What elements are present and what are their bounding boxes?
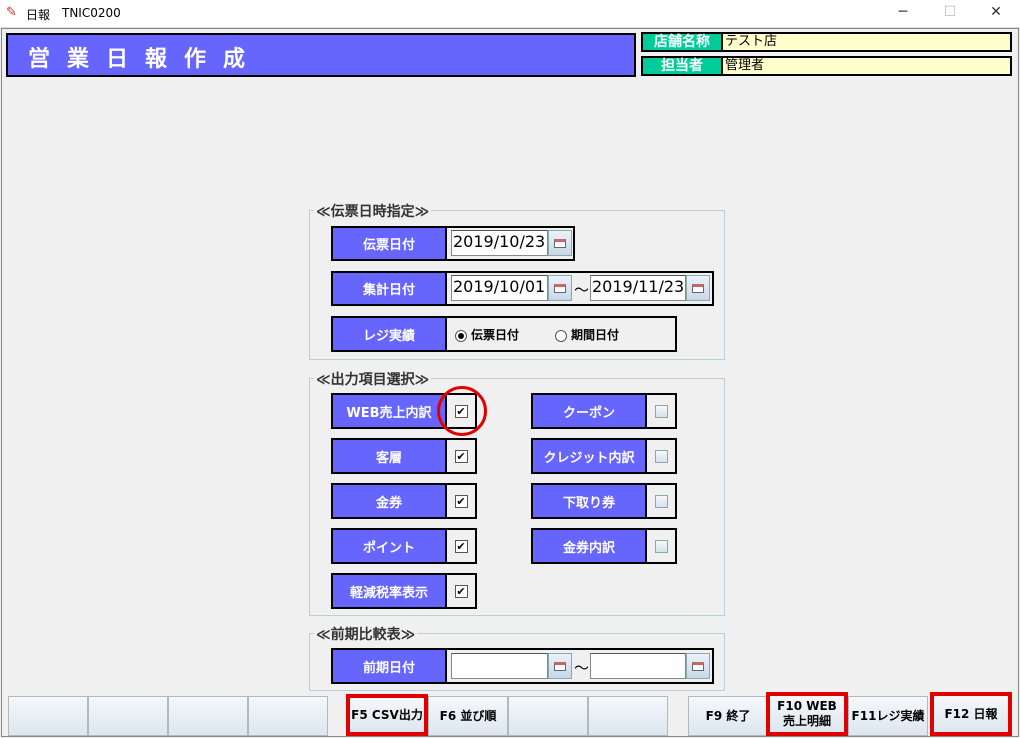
range-tilde: ～ — [574, 281, 590, 299]
radio-period-date[interactable]: 期間日付 — [555, 326, 619, 343]
agg-to-input[interactable]: 2019/11/23 — [590, 275, 686, 301]
f2-button[interactable] — [88, 696, 168, 736]
calendar-icon[interactable] — [548, 275, 572, 301]
checkbox-icon: ✔ — [454, 494, 468, 508]
checkbox-icon — [654, 539, 668, 553]
staff-value: 管理者 — [721, 56, 1012, 76]
calendar-icon[interactable] — [686, 653, 710, 679]
minimize-button[interactable]: ─ — [888, 4, 918, 20]
radio-icon — [555, 329, 567, 342]
maximize-button[interactable]: ☐ — [935, 4, 965, 20]
radio-icon — [455, 329, 467, 342]
output-item-checkbox[interactable]: ✔ — [447, 528, 477, 564]
f4-button[interactable] — [248, 696, 328, 736]
f5-csv-button[interactable]: F5 CSV出力 — [346, 694, 428, 736]
calendar-icon[interactable] — [548, 653, 572, 679]
output-item-label: クーポン — [531, 393, 647, 429]
close-button[interactable]: ✕ — [981, 4, 1011, 20]
f8-button[interactable] — [588, 696, 668, 736]
output-item-checkbox[interactable]: ✔ — [447, 573, 477, 609]
window-code: TNIC0200 — [62, 6, 121, 20]
highlight-circle — [437, 386, 487, 436]
output-item-label: WEB売上内訳 — [331, 393, 447, 429]
range-tilde: ～ — [574, 659, 590, 677]
f11-register-button[interactable]: F11レジ実績 — [848, 696, 928, 736]
date-group-legend: ≪伝票日時指定≫ — [314, 201, 432, 221]
f1-button[interactable] — [8, 696, 88, 736]
app-icon: ✎ — [6, 5, 17, 20]
staff-label: 担当者 — [641, 56, 721, 76]
f10-web-sales-button[interactable]: F10 WEB 売上明細 — [766, 692, 848, 736]
agg-from-input[interactable]: 2019/10/01 — [451, 275, 548, 301]
f12-daily-report-button[interactable]: F12 日報 — [930, 692, 1012, 736]
register-label: レジ実績 — [331, 316, 447, 352]
output-item-checkbox[interactable] — [647, 393, 677, 429]
f7-button[interactable] — [508, 696, 588, 736]
checkbox-icon — [654, 449, 668, 463]
window-title: 日報 — [26, 8, 51, 22]
prev-to-input[interactable] — [590, 653, 686, 679]
output-item-label: 金券内訳 — [531, 528, 647, 564]
store-name-value: テスト店 — [721, 32, 1012, 52]
page-title: 営業日報作成 — [6, 33, 636, 77]
prev-date-label: 前期日付 — [331, 648, 447, 684]
slip-date-label: 伝票日付 — [331, 226, 447, 261]
checkbox-icon — [654, 494, 668, 508]
radio-slip-date[interactable]: 伝票日付 — [455, 326, 519, 343]
checkbox-icon: ✔ — [454, 449, 468, 463]
output-item-checkbox[interactable] — [647, 483, 677, 519]
output-item-label: クレジット内訳 — [531, 438, 647, 474]
f6-sort-button[interactable]: F6 並び順 — [428, 696, 508, 736]
checkbox-icon: ✔ — [454, 584, 468, 598]
output-group-legend: ≪出力項目選択≫ — [314, 369, 432, 389]
slip-date-input[interactable]: 2019/10/23 — [451, 230, 548, 256]
calendar-icon[interactable] — [548, 230, 572, 256]
checkbox-icon: ✔ — [454, 539, 468, 553]
output-item-label: 下取り券 — [531, 483, 647, 519]
store-name-label: 店舗名称 — [641, 32, 721, 52]
output-item-label: 金券 — [331, 483, 447, 519]
calendar-icon[interactable] — [686, 275, 710, 301]
title-bar: ✎ 日報 TNIC0200 ─ ☐ ✕ — [0, 0, 1020, 28]
prev-from-input[interactable] — [451, 653, 548, 679]
agg-date-label: 集計日付 — [331, 271, 447, 306]
output-item-checkbox[interactable]: ✔ — [447, 483, 477, 519]
f9-exit-button[interactable]: F9 終了 — [688, 696, 768, 736]
output-item-label: ポイント — [331, 528, 447, 564]
checkbox-icon — [654, 404, 668, 418]
output-item-checkbox[interactable] — [647, 528, 677, 564]
output-item-checkbox[interactable] — [647, 438, 677, 474]
output-item-checkbox[interactable]: ✔ — [447, 438, 477, 474]
f3-button[interactable] — [168, 696, 248, 736]
output-item-label: 客層 — [331, 438, 447, 474]
compare-group-legend: ≪前期比較表≫ — [314, 624, 418, 644]
output-item-label: 軽減税率表示 — [331, 573, 447, 609]
